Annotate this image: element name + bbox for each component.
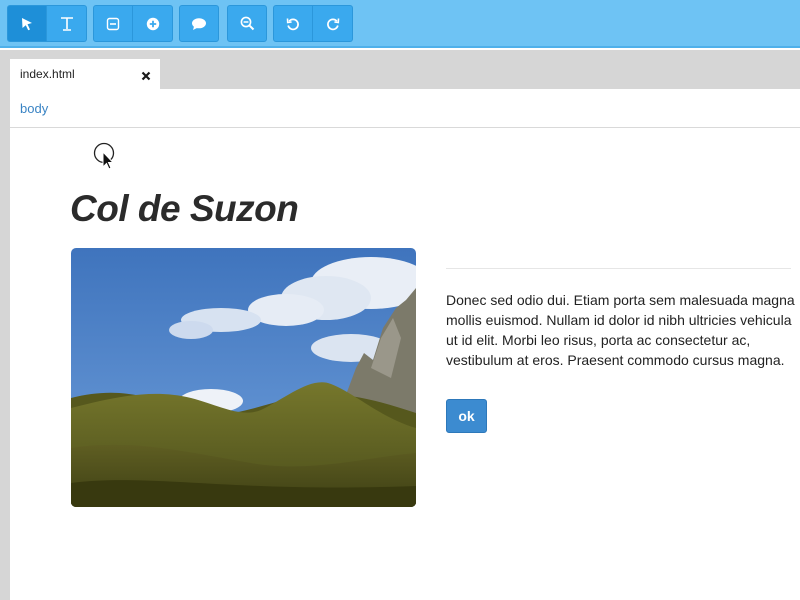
plus-circle-icon [146, 17, 159, 30]
zoom-out-button[interactable] [227, 5, 267, 42]
ok-button[interactable]: ok [446, 399, 487, 433]
tab-index-html[interactable]: index.html [10, 59, 160, 89]
text-cursor-icon [60, 16, 73, 31]
comment-button[interactable] [179, 5, 219, 42]
undo-icon [286, 17, 299, 30]
toolbar-group-comment [179, 5, 219, 42]
toolbar-group-tools [7, 5, 87, 42]
page-heading[interactable]: Col de Suzon [70, 188, 299, 230]
redo-button[interactable] [313, 5, 353, 42]
redo-icon [326, 17, 339, 30]
mouse-cursor-icon [93, 142, 117, 177]
undo-button[interactable] [273, 5, 313, 42]
pointer-arrow-icon [22, 17, 32, 30]
toolbar-group-elements [93, 5, 173, 42]
breadcrumb-item-body[interactable]: body [20, 101, 48, 116]
minus-square-icon [106, 17, 120, 30]
design-canvas[interactable]: Col de Suzon Donec sed odio dui. Etiam p… [10, 128, 800, 600]
toolbar-group-history [273, 5, 353, 42]
add-element-button[interactable] [133, 5, 173, 42]
select-tool-button[interactable] [7, 5, 47, 42]
tab-label: index.html [20, 67, 75, 81]
speech-bubble-icon [192, 17, 206, 30]
left-gutter [0, 89, 10, 600]
text-tool-button[interactable] [47, 5, 87, 42]
toolbar-group-zoom [227, 5, 267, 42]
tab-strip: index.html [0, 50, 800, 89]
main-toolbar [0, 0, 800, 48]
remove-element-button[interactable] [93, 5, 133, 42]
mountain-photo[interactable] [71, 248, 416, 507]
breadcrumb: body [10, 89, 800, 128]
content-divider [446, 268, 791, 269]
zoom-out-icon [240, 16, 254, 31]
body-paragraph[interactable]: Donec sed odio dui. Etiam porta sem male… [446, 290, 796, 370]
close-x-icon[interactable] [141, 68, 151, 86]
